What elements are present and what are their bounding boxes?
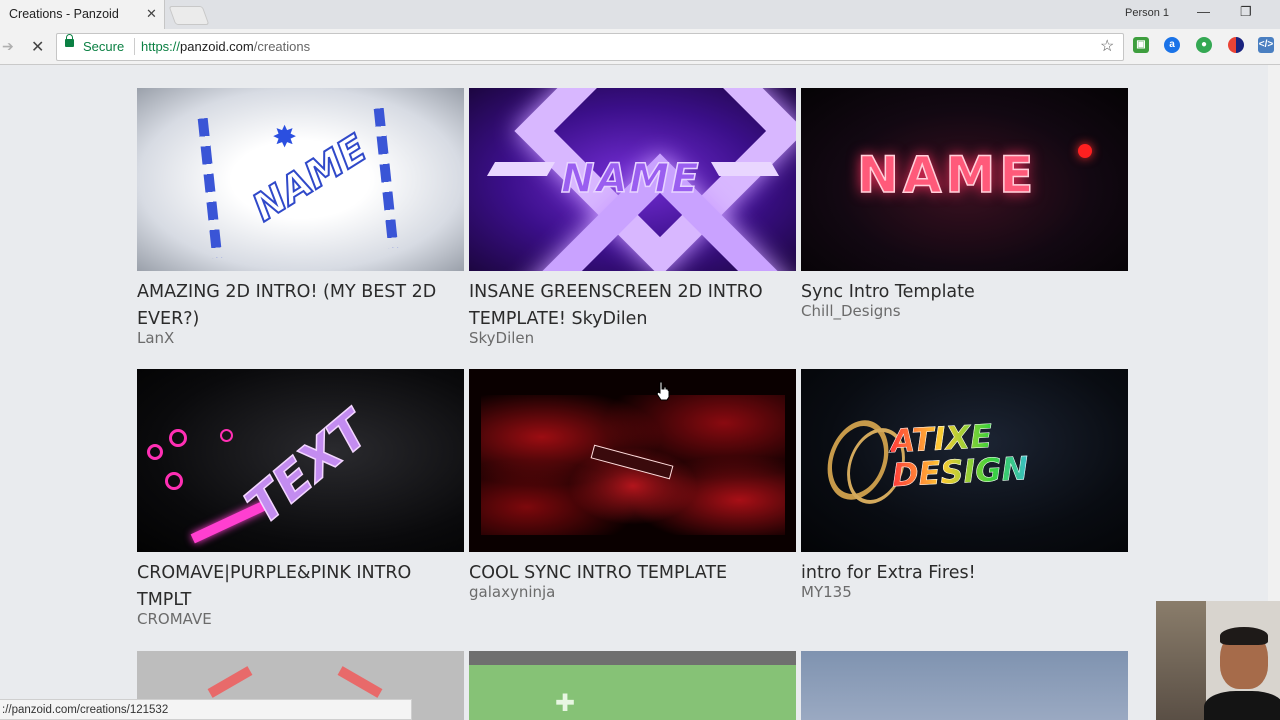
creation-thumbnail[interactable]: TEXT: [137, 369, 464, 552]
red-dot-decoration: [1078, 144, 1092, 158]
tab-creations[interactable]: Creations - Panzoid ✕: [0, 0, 165, 29]
stop-loading-icon[interactable]: ✕: [31, 37, 44, 57]
person-shirt: [1204, 691, 1280, 720]
ring-decoration: [165, 472, 183, 490]
shape-decoration: [207, 666, 253, 698]
webcam-overlay: [1156, 601, 1280, 720]
ring-decoration: [147, 444, 163, 460]
bar-decoration: [486, 162, 556, 176]
secure-label: Secure: [83, 39, 125, 54]
creation-author[interactable]: SkyDilen: [469, 329, 534, 347]
creation-author[interactable]: Chill_Designs: [801, 302, 901, 320]
creation-author[interactable]: LanX: [137, 329, 174, 347]
address-bar[interactable]: Secure https://panzoid.com/creations ☆: [56, 33, 1124, 61]
creation-thumbnail[interactable]: ATIXE DESIGN: [801, 369, 1128, 552]
address-separator: [134, 38, 135, 55]
creation-thumbnail[interactable]: NAME: [801, 88, 1128, 271]
shape-decoration: [337, 666, 383, 698]
star-burst-icon: ✸: [272, 121, 298, 154]
extension-split-icon[interactable]: [1228, 37, 1244, 53]
thumb-text: TEXT: [234, 400, 381, 537]
profile-name[interactable]: Person 1: [1125, 7, 1169, 19]
url-text[interactable]: https://panzoid.com/creations: [141, 39, 310, 54]
restore-button[interactable]: ❐: [1240, 4, 1252, 20]
url-scheme: https://: [141, 39, 181, 54]
bookmark-star-icon[interactable]: ☆: [1100, 36, 1114, 56]
creation-title[interactable]: AMAZING 2D INTRO! (MY BEST 2D EVER?): [137, 279, 467, 333]
extension-code-icon[interactable]: </>: [1258, 37, 1274, 53]
tab-strip: Creations - Panzoid ✕ Person 1 — ❐: [0, 0, 1280, 29]
extension-blue-icon[interactable]: a: [1164, 37, 1180, 53]
creation-thumbnail[interactable]: [469, 369, 796, 552]
header-decoration: [469, 651, 796, 665]
extension-green-icon[interactable]: ▣: [1133, 37, 1149, 53]
plus-icon: ✚: [555, 690, 576, 717]
creation-title[interactable]: INSANE GREENSCREEN 2D INTRO TEMPLATE! Sk…: [469, 279, 799, 333]
status-bar: ://panzoid.com/creations/121532: [0, 699, 412, 720]
thumb-text: NAME: [244, 125, 375, 231]
creation-author[interactable]: CROMAVE: [137, 610, 212, 628]
creation-thumbnail[interactable]: NAME: [469, 88, 796, 271]
hand-cursor-icon: [656, 381, 670, 401]
creation-title[interactable]: CROMAVE|PURPLE&PINK INTRO TMPLT: [137, 560, 467, 614]
url-host: panzoid.com: [180, 39, 254, 54]
ring-decoration: [220, 429, 233, 442]
forward-arrow-icon[interactable]: ➔: [2, 38, 14, 55]
ring-decoration: [169, 429, 187, 447]
creation-author[interactable]: galaxyninja: [469, 583, 555, 601]
creation-thumbnail-partial[interactable]: [801, 651, 1128, 720]
tab-close-icon[interactable]: ✕: [146, 6, 157, 22]
stripe-decoration: [197, 117, 223, 259]
minimize-button[interactable]: —: [1197, 4, 1210, 19]
person-hair: [1220, 627, 1268, 645]
extension-circle-icon[interactable]: ●: [1196, 37, 1212, 53]
bar-decoration: [710, 162, 780, 176]
tab-title: Creations - Panzoid: [9, 7, 119, 21]
creation-thumbnail[interactable]: ✸ NAME: [137, 88, 464, 271]
url-path: /creations: [253, 39, 311, 54]
browser-toolbar: ➔ ✕ Secure https://panzoid.com/creations…: [0, 29, 1280, 65]
background-shelf: [1156, 601, 1206, 720]
lock-icon: [65, 34, 74, 47]
creation-thumbnail-partial[interactable]: ✚: [469, 651, 796, 720]
thumb-text: ATIXE DESIGN: [889, 414, 1092, 495]
thumb-text: NAME: [560, 155, 701, 203]
creation-author[interactable]: MY135: [801, 583, 852, 601]
stripe-decoration: [373, 107, 399, 249]
new-tab-button[interactable]: [168, 6, 210, 25]
thumb-text: NAME: [856, 145, 1038, 205]
